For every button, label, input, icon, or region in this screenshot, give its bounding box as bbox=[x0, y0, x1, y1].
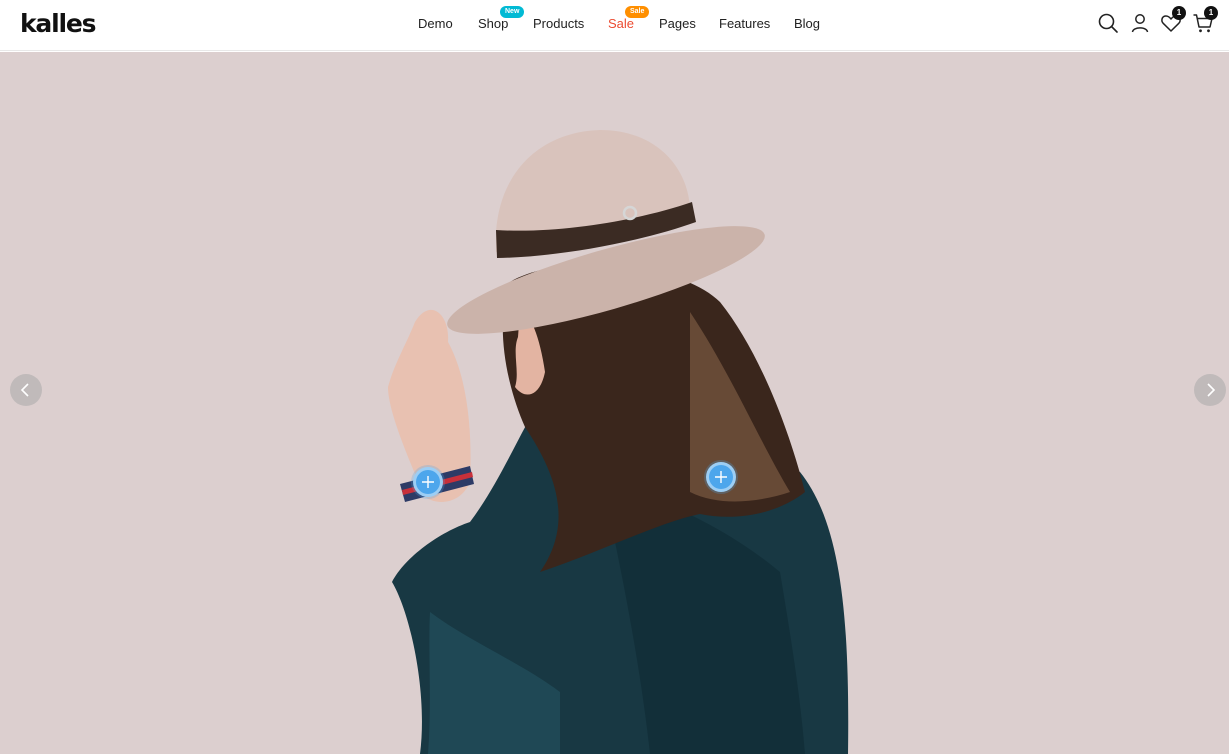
chevron-left-icon bbox=[20, 383, 29, 397]
user-icon[interactable] bbox=[1129, 12, 1151, 34]
nav-shop-label: Shop bbox=[478, 16, 509, 31]
sale-badge: Sale bbox=[625, 6, 650, 18]
new-badge: New bbox=[500, 6, 525, 18]
site-header: kalles Demo Shop New Products Sale Sale … bbox=[0, 0, 1229, 51]
hotspot-watch-button[interactable] bbox=[413, 467, 443, 497]
hero-slider bbox=[0, 52, 1229, 754]
plus-icon bbox=[715, 471, 727, 483]
nav-pages[interactable]: Pages bbox=[659, 16, 696, 32]
cart-count: 1 bbox=[1204, 6, 1218, 20]
chevron-right-icon bbox=[1207, 383, 1216, 397]
hotspot-coat-button[interactable] bbox=[706, 462, 736, 492]
nav-shop[interactable]: Shop New bbox=[478, 6, 525, 32]
nav-blog[interactable]: Blog bbox=[794, 16, 820, 32]
hero-image bbox=[388, 130, 849, 754]
main-nav: Demo Shop New Products Sale Sale Pages F… bbox=[0, 0, 1229, 51]
search-icon[interactable] bbox=[1097, 12, 1119, 34]
slider-prev-button[interactable] bbox=[10, 374, 42, 406]
nav-products[interactable]: Products bbox=[533, 16, 584, 32]
cart-button[interactable]: 1 bbox=[1192, 6, 1218, 34]
nav-sale[interactable]: Sale Sale bbox=[608, 6, 650, 32]
wishlist-count: 1 bbox=[1172, 6, 1186, 20]
nav-demo[interactable]: Demo bbox=[418, 16, 453, 32]
nav-sale-label: Sale bbox=[608, 16, 635, 31]
nav-features[interactable]: Features bbox=[719, 16, 770, 32]
plus-icon bbox=[422, 476, 434, 488]
wishlist-button[interactable]: 1 bbox=[1160, 6, 1186, 34]
slider-next-button[interactable] bbox=[1194, 374, 1226, 406]
